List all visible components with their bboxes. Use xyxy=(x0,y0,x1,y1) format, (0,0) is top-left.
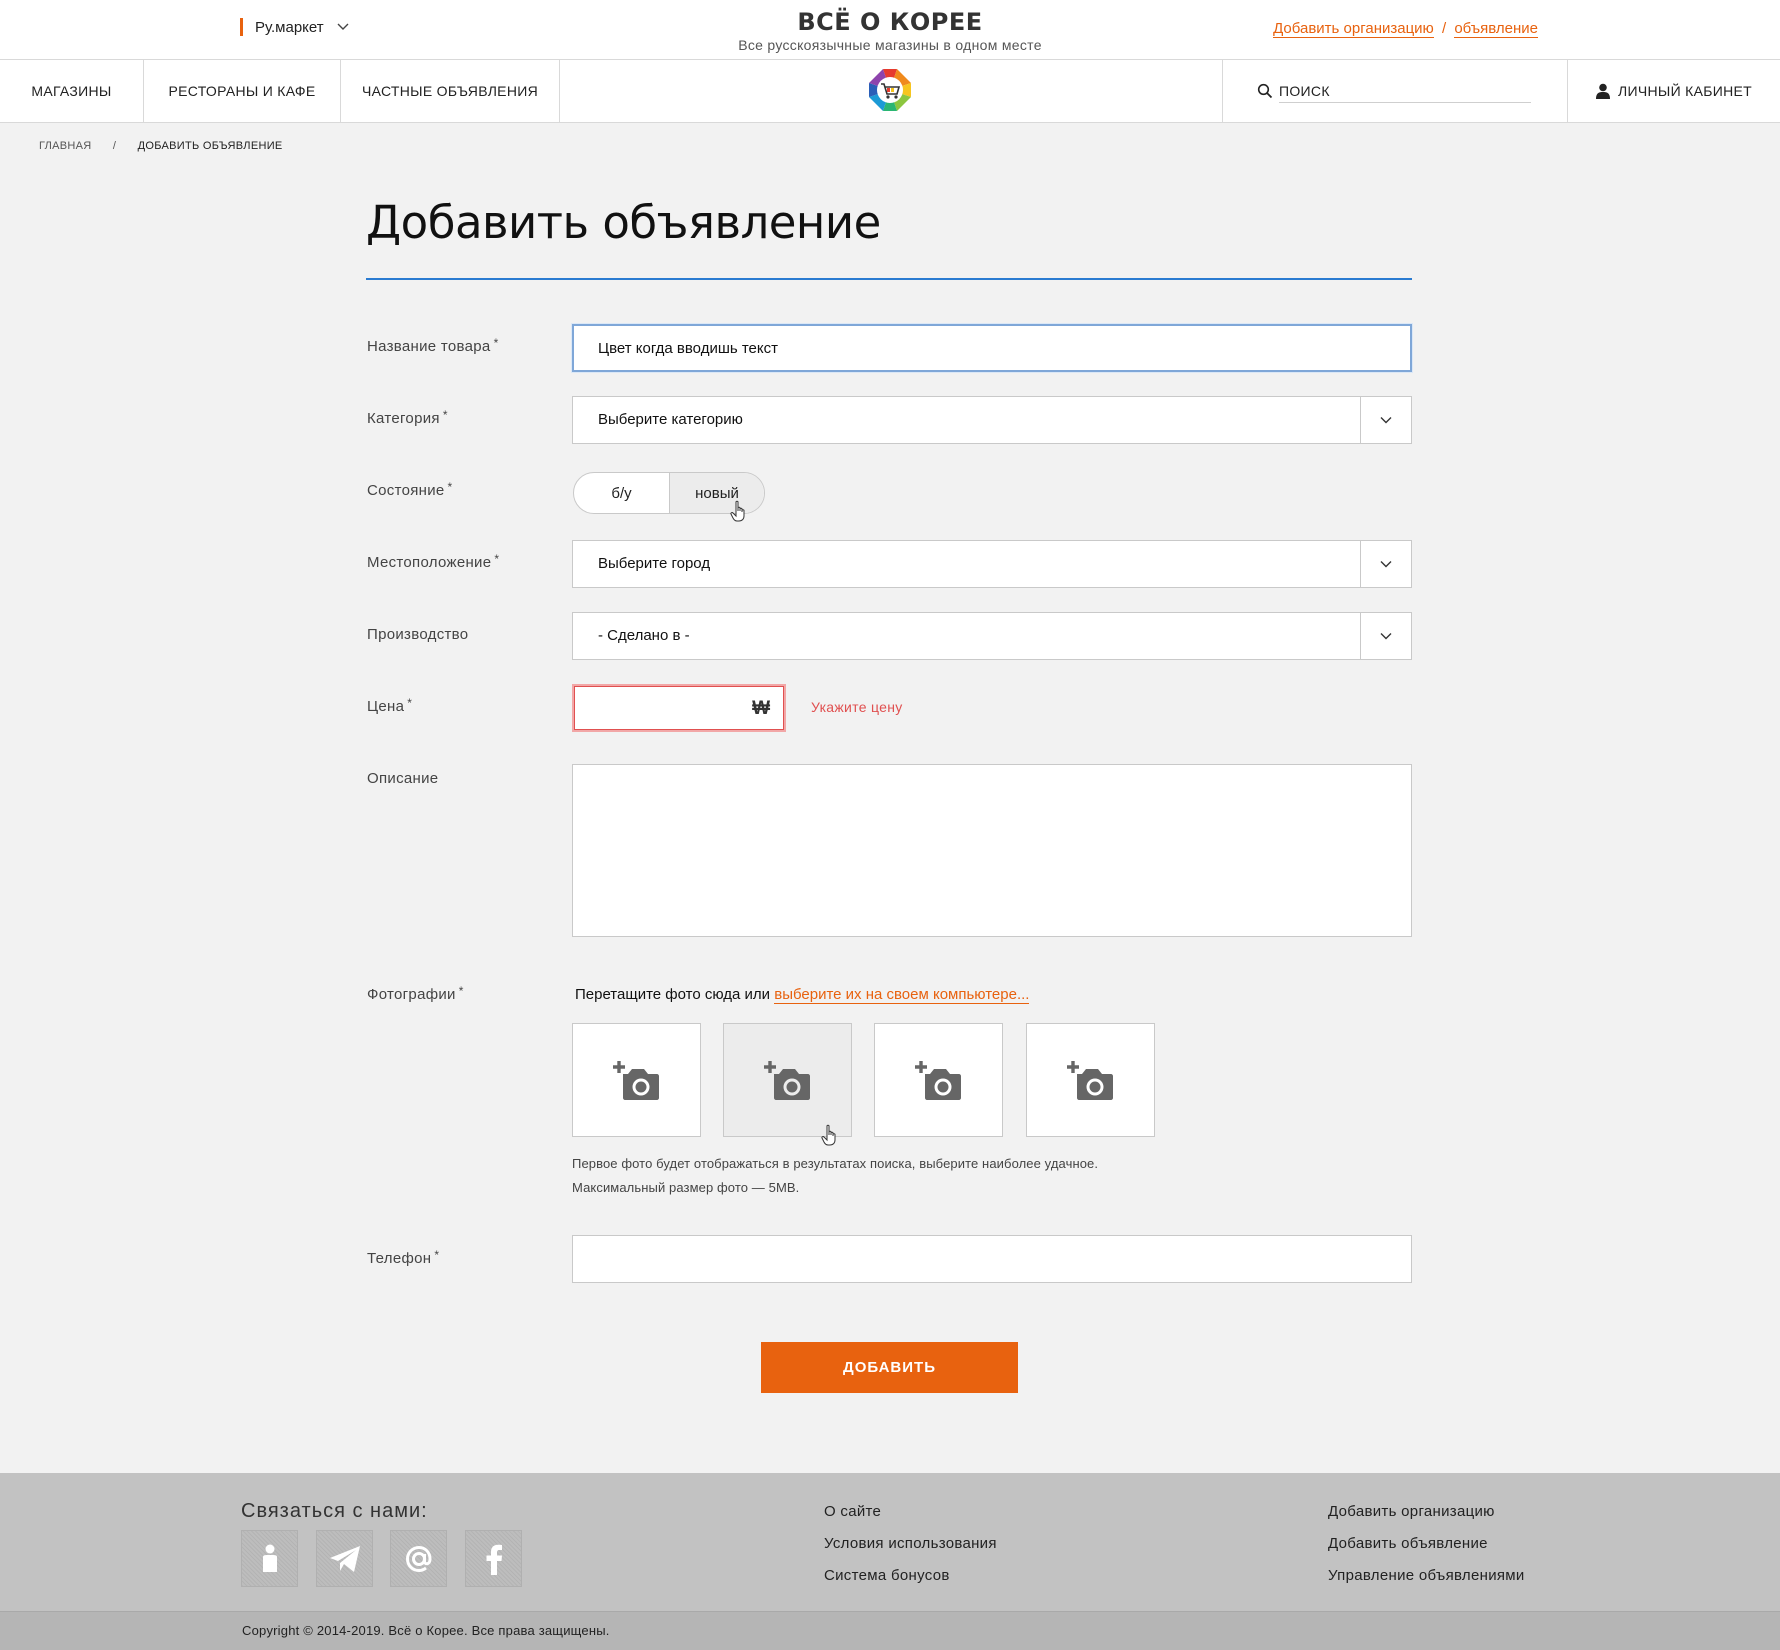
search-input[interactable] xyxy=(1279,79,1531,103)
location-dropdown-button[interactable] xyxy=(1360,541,1411,587)
breadcrumb: ГЛАВНАЯ / ДОБАВИТЬ ОБЪЯВЛЕНИЕ xyxy=(39,140,283,152)
nav-item-private-ads[interactable]: ЧАСТНЫЕ ОБЪЯВЛЕНИЯ xyxy=(341,60,560,122)
product-name-input[interactable] xyxy=(574,326,1410,370)
category-select-value: Выберите категорию xyxy=(598,411,743,428)
phone-label: Телефон * xyxy=(367,1248,440,1267)
footer-link-bonus[interactable]: Система бонусов xyxy=(824,1567,950,1584)
name-label: Название товара * xyxy=(367,336,499,355)
header-add-links: Добавить организацию / объявление xyxy=(1273,20,1538,38)
footer-link-about[interactable]: О сайте xyxy=(824,1503,881,1520)
footer-link-add-ad[interactable]: Добавить объявление xyxy=(1328,1535,1488,1552)
photo-slot-2[interactable] xyxy=(723,1023,852,1137)
category-select[interactable]: Выберите категорию xyxy=(572,396,1412,444)
photos-drop-text: Перетащите фото сюда или выберите их на … xyxy=(575,986,1030,1004)
description-label: Описание xyxy=(367,770,439,787)
price-label: Цена * xyxy=(367,696,413,715)
title-divider xyxy=(366,278,1412,280)
category-dropdown-button[interactable] xyxy=(1360,397,1411,443)
add-links-separator: / xyxy=(1441,20,1447,37)
price-error-message: Укажите цену xyxy=(811,699,903,715)
photo-slot-1[interactable] xyxy=(572,1023,701,1137)
footer: Связаться с нами: О сайте Условия исполь… xyxy=(0,1473,1780,1650)
site-subtitle: Все русскоязычные магазины в одном месте xyxy=(738,37,1042,53)
photos-note-size: Максимальный размер фото — 5MB. xyxy=(572,1180,800,1195)
chevron-down-icon xyxy=(1380,633,1392,640)
photos-label: Фотографии * xyxy=(367,984,464,1003)
hand-cursor-icon xyxy=(730,500,745,522)
phone-field xyxy=(572,1235,1412,1283)
nav-item-restaurants[interactable]: РЕСТОРАНЫ И КАФЕ xyxy=(144,60,341,122)
breadcrumb-separator: / xyxy=(112,140,117,152)
production-dropdown-button[interactable] xyxy=(1360,613,1411,659)
production-select[interactable]: - Сделано в - xyxy=(572,612,1412,660)
telegram-icon[interactable] xyxy=(316,1530,373,1587)
add-photo-icon xyxy=(1066,1061,1113,1100)
product-name-field xyxy=(572,324,1412,372)
photo-slot-3[interactable] xyxy=(874,1023,1003,1137)
facebook-icon[interactable] xyxy=(465,1530,522,1587)
add-ad-link[interactable]: объявление xyxy=(1454,20,1538,38)
search-box xyxy=(1222,60,1568,122)
contact-title: Связаться с нами: xyxy=(241,1500,428,1522)
description-textarea[interactable] xyxy=(573,765,1411,936)
production-select-value: - Сделано в - xyxy=(598,627,690,644)
email-at-icon[interactable] xyxy=(390,1530,447,1587)
hand-cursor-icon xyxy=(821,1124,836,1146)
phone-input[interactable] xyxy=(573,1236,1411,1282)
add-photo-icon xyxy=(612,1061,659,1100)
choose-photos-link[interactable]: выберите их на своем компьютере... xyxy=(774,986,1030,1004)
condition-option-used[interactable]: б/у xyxy=(574,473,669,513)
location-label: Местоположение * xyxy=(367,552,500,571)
page-title: Добавить объявление xyxy=(366,196,881,249)
footer-link-manage-ads[interactable]: Управление объявлениями xyxy=(1328,1567,1525,1584)
price-input[interactable] xyxy=(574,686,734,730)
user-icon xyxy=(1596,83,1610,99)
search-icon xyxy=(1257,83,1273,99)
main-nav: МАГАЗИНЫ РЕСТОРАНЫ И КАФЕ ЧАСТНЫЕ ОБЪЯВЛ… xyxy=(0,59,1780,123)
footer-bottom-bar: Copyright © 2014-2019. Всё о Корее. Все … xyxy=(0,1611,1780,1650)
breadcrumb-current: ДОБАВИТЬ ОБЪЯВЛЕНИЕ xyxy=(137,140,283,152)
top-bar: Ру.маркет ВСЁ О КОРЕЕ Все русскоязычные … xyxy=(0,0,1780,59)
location-select-value: Выберите город xyxy=(598,555,711,572)
site-logo-icon[interactable] xyxy=(867,67,913,113)
production-label: Производство xyxy=(367,626,469,643)
category-label: Категория * xyxy=(367,408,448,427)
add-photo-icon xyxy=(914,1061,961,1100)
chevron-down-icon xyxy=(1380,561,1392,568)
add-organization-link[interactable]: Добавить организацию xyxy=(1273,20,1434,38)
copyright: Copyright © 2014-2019. Всё о Корее. Все … xyxy=(242,1623,610,1638)
photo-slot-4[interactable] xyxy=(1026,1023,1155,1137)
add-photo-icon xyxy=(763,1061,810,1100)
location-select[interactable]: Выберите город xyxy=(572,540,1412,588)
footer-link-add-organization[interactable]: Добавить организацию xyxy=(1328,1503,1495,1520)
condition-label: Состояние * xyxy=(367,480,453,499)
photos-note-first: Первое фото будет отображаться в результ… xyxy=(572,1156,1099,1171)
info-person-icon[interactable] xyxy=(241,1530,298,1587)
description-field xyxy=(572,764,1412,937)
chevron-down-icon xyxy=(1380,417,1392,424)
nav-item-shops[interactable]: МАГАЗИНЫ xyxy=(0,60,144,122)
price-field: ₩ xyxy=(572,684,786,732)
personal-cabinet-link[interactable]: ЛИЧНЫЙ КАБИНЕТ xyxy=(1568,60,1780,122)
footer-link-terms[interactable]: Условия использования xyxy=(824,1535,997,1552)
submit-add-button[interactable]: ДОБАВИТЬ xyxy=(761,1342,1018,1393)
won-currency-icon: ₩ xyxy=(752,698,770,719)
breadcrumb-home[interactable]: ГЛАВНАЯ xyxy=(39,140,92,152)
cabinet-label: ЛИЧНЫЙ КАБИНЕТ xyxy=(1618,83,1752,99)
